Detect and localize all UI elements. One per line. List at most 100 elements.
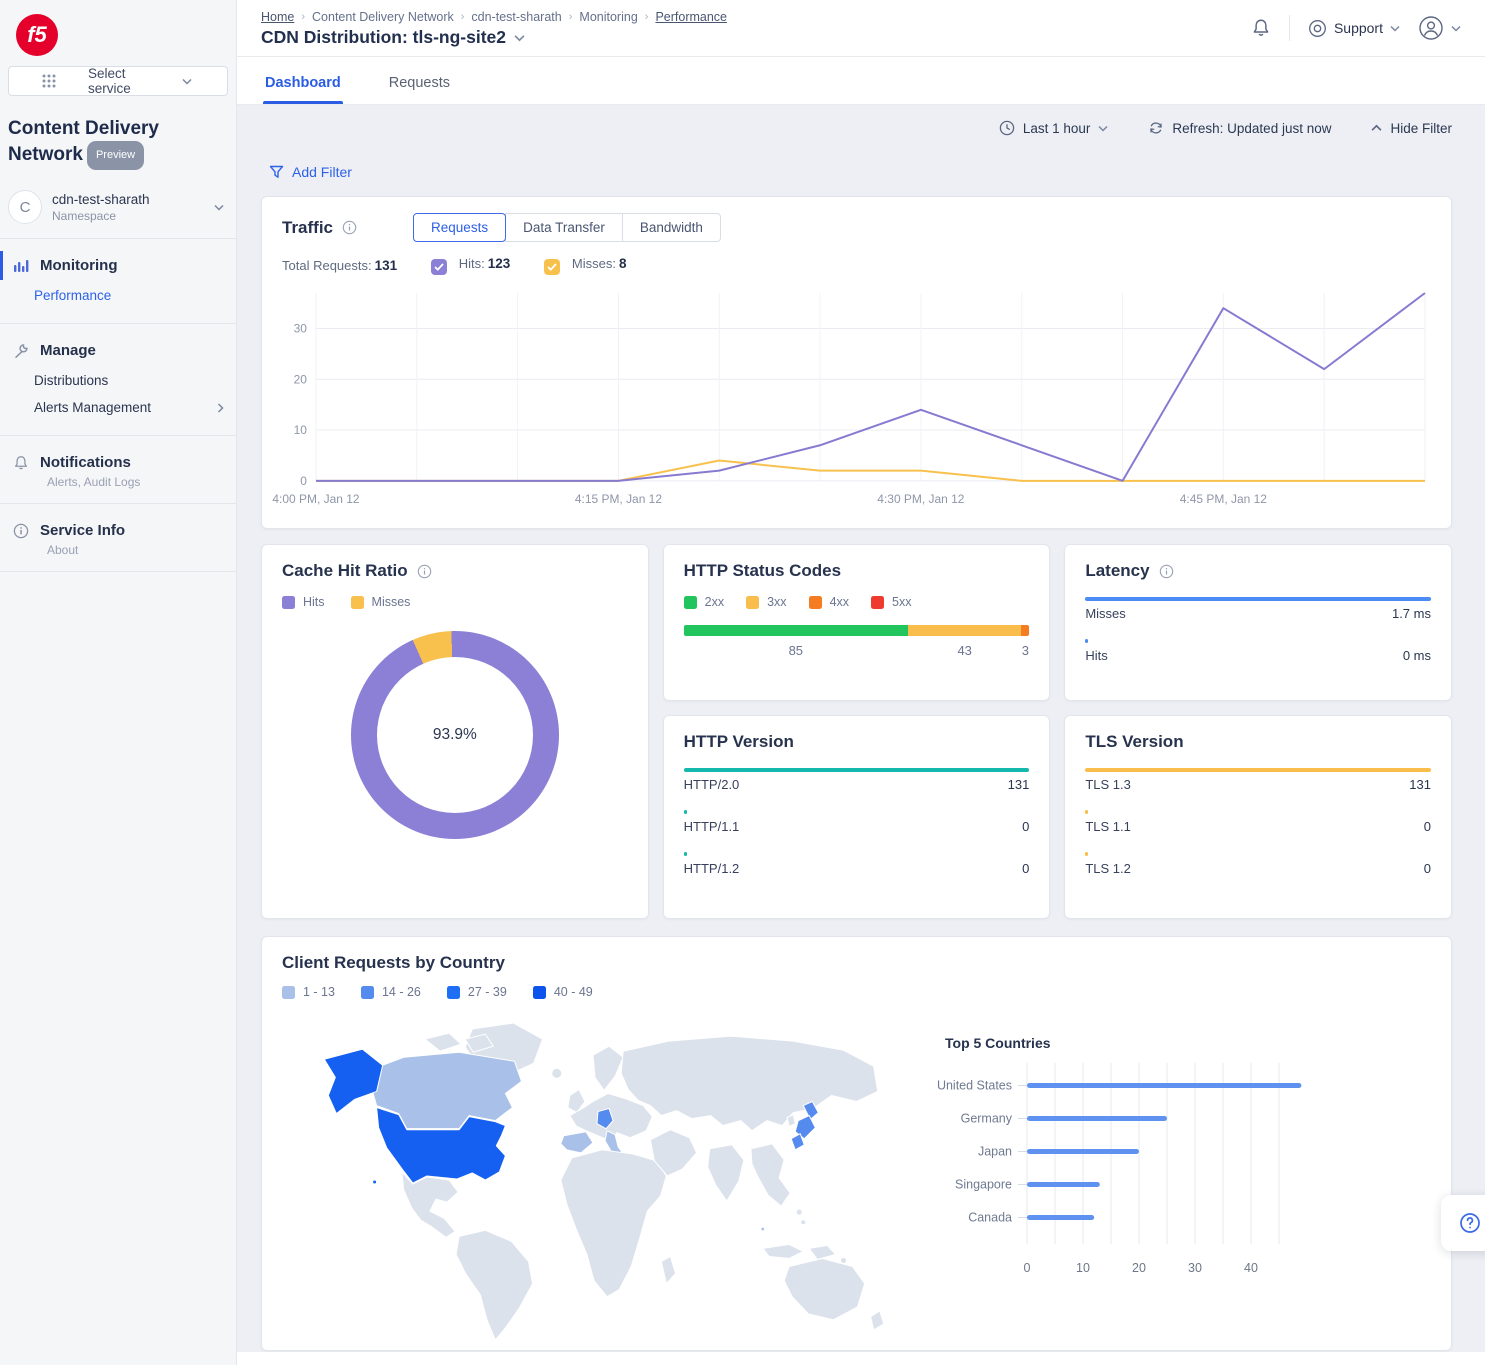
sidebar-item-manage[interactable]: Manage xyxy=(0,334,236,367)
cache-card-title: Cache Hit Ratio xyxy=(282,561,628,581)
help-icon xyxy=(1458,1211,1482,1235)
meter-value: 0 xyxy=(1022,819,1029,834)
meter-value: 131 xyxy=(1409,777,1431,792)
chevron-down-icon xyxy=(157,78,217,85)
chevron-down-icon[interactable] xyxy=(514,34,525,42)
funnel-icon xyxy=(269,165,284,179)
sidebar: f5 Select service Content Delivery Netwo… xyxy=(0,0,237,1365)
cache-hit-donut-chart: 93.9% xyxy=(351,631,559,839)
time-range-selector[interactable]: Last 1 hour xyxy=(999,120,1109,136)
http-status-codes-card: HTTP Status Codes 2xx 3xx 4xx 5xx 85433 xyxy=(663,544,1051,701)
time-range-label: Last 1 hour xyxy=(1023,121,1091,136)
meter-value: 0 xyxy=(1424,861,1431,876)
chevron-down-icon xyxy=(1098,125,1108,132)
meter-label: HTTP/2.0 xyxy=(684,777,740,792)
legend-item-3xx: 3xx xyxy=(746,595,786,609)
svg-text:Germany: Germany xyxy=(961,1112,1013,1126)
http-version-title-text: HTTP Version xyxy=(684,732,794,752)
breadcrumb-item[interactable]: Monitoring xyxy=(579,10,637,24)
traffic-tab-requests[interactable]: Requests xyxy=(413,213,506,242)
meter-row: Misses1.7 ms xyxy=(1085,597,1431,621)
chevron-up-icon xyxy=(1371,124,1382,132)
info-icon[interactable] xyxy=(417,564,432,579)
status-legend: 2xx 3xx 4xx 5xx xyxy=(684,595,1030,609)
namespace-avatar: C xyxy=(8,190,42,224)
sidebar-item-service-info[interactable]: Service Info xyxy=(0,514,236,547)
svg-text:30: 30 xyxy=(294,322,308,336)
info-icon[interactable] xyxy=(342,220,357,235)
breadcrumb-separator: › xyxy=(645,11,649,23)
sidebar-item-notifications[interactable]: Notifications xyxy=(0,446,236,479)
refresh-button[interactable]: Refresh: Updated just now xyxy=(1148,120,1331,136)
sidebar-item-alerts-management[interactable]: Alerts Management xyxy=(0,394,236,421)
traffic-tab-bandwidth[interactable]: Bandwidth xyxy=(622,213,721,242)
support-menu[interactable]: Support xyxy=(1308,19,1400,38)
info-icon[interactable] xyxy=(1159,564,1174,579)
tls-version-card: TLS Version TLS 1.3131TLS 1.10TLS 1.20 xyxy=(1064,715,1452,919)
hits-swatch xyxy=(282,596,295,609)
tab-requests[interactable]: Requests xyxy=(387,65,452,104)
sidebar-item-monitoring[interactable]: Monitoring xyxy=(0,249,236,282)
tab-dashboard[interactable]: Dashboard xyxy=(263,65,343,104)
meter-value: 0 xyxy=(1424,819,1431,834)
traffic-tab-data-transfer[interactable]: Data Transfer xyxy=(505,213,623,242)
grid-apps-icon xyxy=(19,74,79,88)
meter-row: HTTP/1.2 0 xyxy=(684,852,1030,876)
namespace-selector[interactable]: C cdn-test-sharath Namespace xyxy=(0,184,236,239)
meter-label: TLS 1.3 xyxy=(1085,777,1131,792)
traffic-metric-switcher: Requests Data Transfer Bandwidth xyxy=(413,213,721,242)
cache-hit-percentage: 93.9% xyxy=(351,631,559,839)
top5-countries-bar-chart: 010203040United StatesGermanyJapanSingap… xyxy=(919,1051,1431,1308)
sidebar-item-label: Manage xyxy=(40,342,96,359)
sidebar-section-manage: Manage Distributions Alerts Management xyxy=(0,324,236,436)
sidebar-item-label: Monitoring xyxy=(40,257,117,274)
user-avatar-icon xyxy=(1418,15,1444,41)
svg-text:Japan: Japan xyxy=(978,1145,1012,1159)
tls-version-meters: TLS 1.3131TLS 1.10TLS 1.20 xyxy=(1085,768,1431,876)
top5-countries-title: Top 5 Countries xyxy=(945,1035,1431,1051)
hide-filter-toggle[interactable]: Hide Filter xyxy=(1371,121,1452,136)
legend-item-hits: Hits xyxy=(282,595,325,609)
sidebar-item-distributions[interactable]: Distributions xyxy=(0,367,236,394)
meter-row: HTTP/2.0 131 xyxy=(684,768,1030,792)
chevron-down-icon xyxy=(1390,25,1400,32)
divider xyxy=(1289,15,1290,41)
add-filter-label: Add Filter xyxy=(292,164,352,180)
svg-text:10: 10 xyxy=(1076,1261,1090,1275)
breadcrumb-item[interactable]: Content Delivery Network xyxy=(312,10,454,24)
misses-checkbox[interactable] xyxy=(544,259,560,275)
traffic-line-chart: 01020304:00 PM, Jan 124:15 PM, Jan 124:3… xyxy=(282,283,1431,516)
page-title-text: CDN Distribution: tls-ng-site2 xyxy=(261,27,506,48)
meter-label: HTTP/1.2 xyxy=(684,861,740,876)
status-segment-3xx xyxy=(908,625,1021,636)
preview-badge: Preview xyxy=(87,141,144,170)
page-title: CDN Distribution: tls-ng-site2 xyxy=(261,27,1251,48)
cache-legend: Hits Misses xyxy=(282,595,628,609)
breadcrumb-performance[interactable]: Performance xyxy=(655,10,727,24)
svg-text:4:15 PM, Jan 12: 4:15 PM, Jan 12 xyxy=(575,492,663,506)
filter-toolbar: Last 1 hour Refresh: Updated just now Hi… xyxy=(261,120,1452,136)
dashboard-content: Last 1 hour Refresh: Updated just now Hi… xyxy=(237,105,1485,1365)
page-tabs: Dashboard Requests xyxy=(237,57,1485,105)
sidebar-item-performance[interactable]: Performance xyxy=(0,282,236,309)
svg-text:40: 40 xyxy=(1244,1261,1258,1275)
breadcrumb-home[interactable]: Home xyxy=(261,10,294,24)
sidebar-item-label: Distributions xyxy=(34,373,108,388)
help-button[interactable] xyxy=(1441,1195,1485,1251)
http-version-meters: HTTP/2.0 131 HTTP/1.1 0 HTTP/1.2 0 xyxy=(684,768,1030,876)
bell-icon[interactable] xyxy=(1251,18,1271,38)
traffic-title-text: Traffic xyxy=(282,218,333,238)
svg-text:10: 10 xyxy=(294,423,308,437)
breadcrumb-item[interactable]: cdn-test-sharath xyxy=(471,10,561,24)
meter-value: 131 xyxy=(1008,777,1030,792)
wrench-icon xyxy=(13,343,29,359)
meter-value: 0 xyxy=(1022,861,1029,876)
user-menu[interactable] xyxy=(1418,15,1461,41)
meter-label: HTTP/1.1 xyxy=(684,819,740,834)
hits-checkbox[interactable] xyxy=(431,259,447,275)
select-service-dropdown[interactable]: Select service xyxy=(8,66,228,96)
namespace-type: Namespace xyxy=(52,209,150,223)
sidebar-item-label: Alerts Management xyxy=(34,400,151,415)
meter-label: TLS 1.1 xyxy=(1085,819,1131,834)
add-filter-button[interactable]: Add Filter xyxy=(261,164,352,180)
